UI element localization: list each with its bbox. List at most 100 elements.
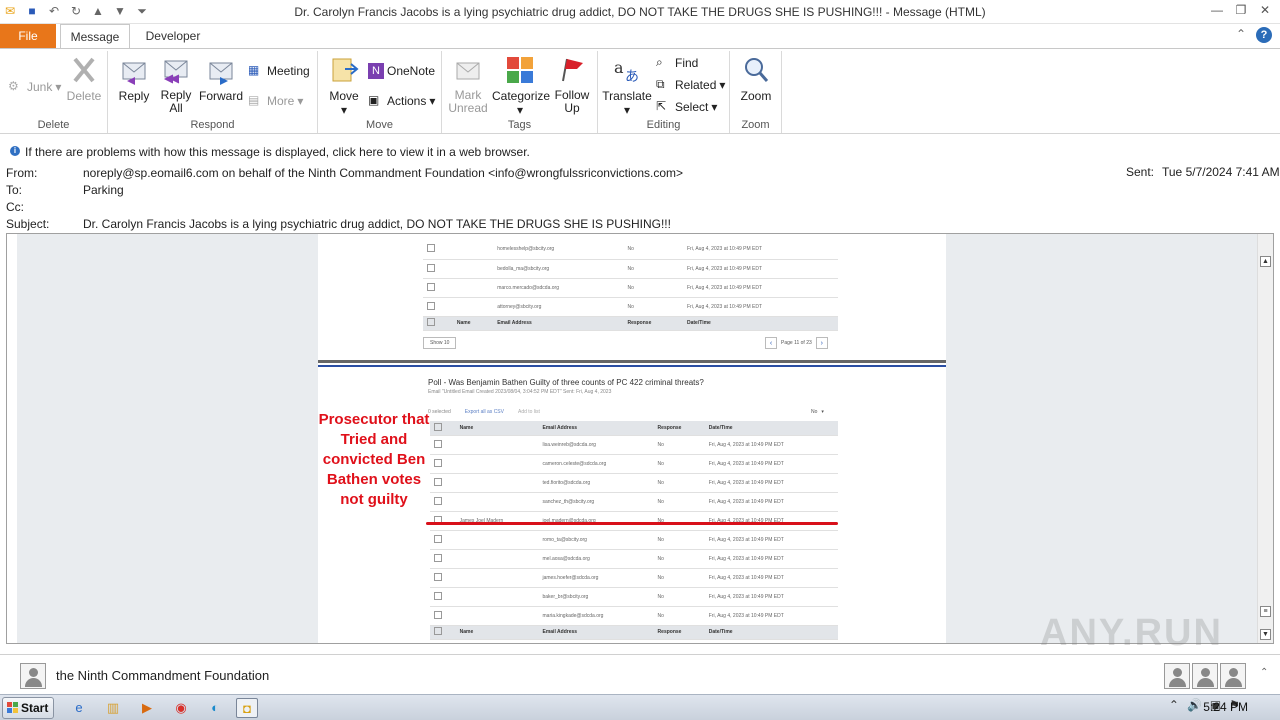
meeting-button[interactable]: ▦ Meeting [248, 63, 310, 79]
select-button[interactable]: ⇱ Select ▾ [656, 99, 717, 115]
translate-icon: aあ [614, 58, 639, 85]
related-button[interactable]: ⧉ Related ▾ [656, 77, 725, 93]
contact-avatar-2[interactable] [1192, 663, 1218, 689]
vertical-scrollbar[interactable]: ▲ ≡ ▼ [1257, 234, 1273, 643]
forward-button[interactable]: Forward [198, 55, 244, 103]
table-row[interactable]: james.hoefer@sdcda.org No Fri, Aug 4, 2023… [430, 568, 838, 588]
export-link[interactable]: Export all as CSV [465, 409, 504, 415]
response-filter[interactable]: No ▾ [811, 409, 824, 415]
group-zoom: Zoom Zoom [730, 51, 782, 133]
subject-value: Dr. Carolyn Francis Jacobs is a lying ps… [83, 217, 671, 231]
row-checkbox[interactable] [434, 439, 442, 448]
reply-all-button[interactable]: Reply All [158, 55, 194, 115]
divider-blue [318, 365, 946, 367]
table-row[interactable]: James Joel Madern joel.madern@sdcda.org No… [430, 511, 838, 531]
contact-avatar-1[interactable] [1164, 663, 1190, 689]
categorize-icon [507, 57, 533, 83]
table-row[interactable]: cameron.celeste@sdcda.org No Fri, Aug 4, 2… [430, 454, 838, 474]
table-row[interactable]: baker_br@sbcity.org No Fri, Aug 4, 2023 at… [430, 587, 838, 607]
follow-up-button[interactable]: Follow Up [550, 55, 594, 115]
info-icon: i [10, 146, 20, 156]
reply-button[interactable]: Reply [116, 55, 152, 103]
next-page-icon[interactable]: › [815, 337, 828, 349]
from-value[interactable]: noreply@sp.eomail6.com on behalf of the … [83, 166, 683, 180]
contact-avatar-3[interactable] [1220, 663, 1246, 689]
to-value[interactable]: Parking [83, 183, 124, 197]
row-checkbox[interactable] [427, 282, 435, 291]
help-icon[interactable]: ? [1256, 27, 1272, 43]
table-row[interactable]: homelesshelp@sbcity.org No Fri, Aug 4, 202… [423, 240, 838, 260]
explorer-icon[interactable]: ▥ [102, 698, 124, 718]
add-to-list-link[interactable]: Add to list [518, 409, 540, 415]
tab-message[interactable]: Message [60, 24, 130, 48]
checkbox[interactable] [434, 422, 442, 431]
message-body[interactable]: homelesshelp@sbcity.org No Fri, Aug 4, 202… [6, 233, 1274, 644]
find-button[interactable]: ⌕ Find [656, 55, 698, 71]
restore-icon[interactable]: ❐ [1234, 2, 1248, 18]
checkbox[interactable] [434, 627, 442, 635]
people-pane-toggle-icon[interactable]: ⌃ [1260, 667, 1268, 678]
ribbon-tabs: File Message Developer ⌃ ? [0, 24, 1280, 48]
row-datetime: Fri, Aug 4, 2023 at 10:49 PM EDT [704, 492, 838, 512]
zoom-button[interactable]: Zoom [736, 55, 776, 103]
info-bar[interactable]: i If there are problems with how this me… [0, 142, 1280, 160]
group-label-respond: Respond [190, 119, 235, 131]
table-row[interactable]: romo_ta@sbcity.org No Fri, Aug 4, 2023 at … [430, 530, 838, 550]
prev-page-icon[interactable]: ‹ [765, 337, 777, 349]
volume-icon[interactable]: 🔊 [1187, 698, 1202, 712]
chrome-icon[interactable]: ◉ [170, 698, 192, 718]
row-checkbox[interactable] [434, 610, 442, 619]
table-row[interactable]: mel.aosa@sdcda.org No Fri, Aug 4, 2023 at … [430, 549, 838, 569]
row-checkbox[interactable] [434, 553, 442, 562]
show-select[interactable]: Show 10 [423, 337, 457, 349]
checkbox[interactable] [427, 318, 435, 326]
categorize-button[interactable]: Categorize ▾ [492, 55, 550, 117]
group-label-editing: Editing [646, 119, 681, 131]
delete-button[interactable]: Delete [64, 55, 104, 103]
clock[interactable]: 5:24 PM [1203, 700, 1248, 714]
row-checkbox[interactable] [434, 572, 442, 581]
people-pane-name[interactable]: the Ninth Commandment Foundation [56, 668, 269, 683]
table-row[interactable]: ted.fiorito@sdcda.org No Fri, Aug 4, 2023 … [430, 473, 838, 493]
row-checkbox[interactable] [434, 496, 442, 505]
tab-file[interactable]: File [0, 24, 56, 48]
table-row[interactable]: attorney@sbcity.org No Fri, Aug 4, 2023 at… [423, 297, 838, 317]
row-checkbox[interactable] [434, 477, 442, 486]
actions-button[interactable]: ▣ Actions ▾ [368, 93, 435, 109]
ie-icon[interactable]: e [68, 698, 90, 718]
info-bar-message[interactable]: If there are problems with how this mess… [25, 145, 530, 159]
edge-icon[interactable]: ◐ [204, 698, 226, 718]
table-row[interactable]: bedolla_ma@sbcity.org No Fri, Aug 4, 2023 … [423, 259, 838, 279]
table-row[interactable]: maria.kingkade@sdcda.org No Fri, Aug 4, 20… [430, 606, 838, 626]
row-checkbox[interactable] [427, 263, 435, 272]
move-button[interactable]: Move ▾ [324, 55, 364, 117]
row-checkbox[interactable] [434, 534, 442, 543]
row-response: No [653, 606, 705, 626]
ribbon: ⚙ Junk ▾ Delete Delete Reply Reply All Fo… [0, 48, 1280, 134]
show-hidden-icons-icon[interactable]: ⌃ [1169, 698, 1179, 712]
mark-unread-button[interactable]: Mark Unread [448, 55, 488, 115]
close-icon[interactable]: ✕ [1258, 2, 1272, 18]
tab-developer[interactable]: Developer [138, 24, 208, 48]
move-icon [332, 58, 359, 82]
row-checkbox[interactable] [427, 301, 435, 310]
more-respond-button[interactable]: ▤ More ▾ [248, 93, 303, 109]
media-player-icon[interactable]: ▶ [136, 698, 158, 718]
row-checkbox[interactable] [434, 458, 442, 467]
table-row[interactable]: lisa.weinreb@sdcda.org No Fri, Aug 4, 2023… [430, 435, 838, 455]
collapse-ribbon-icon[interactable]: ⌃ [1236, 27, 1246, 43]
outlook-taskbar-icon[interactable]: ◘ [236, 698, 258, 718]
translate-button[interactable]: aあ Translate ▾ [602, 55, 652, 117]
row-checkbox[interactable] [427, 244, 435, 253]
onenote-button[interactable]: N OneNote [368, 63, 435, 79]
scroll-thumb[interactable]: ≡ [1260, 606, 1271, 617]
row-checkbox[interactable] [434, 591, 442, 600]
table-row[interactable]: sanchez_th@sbcity.org No Fri, Aug 4, 2023 … [430, 492, 838, 512]
start-button[interactable]: Start [2, 697, 54, 719]
minimize-icon[interactable]: — [1210, 2, 1224, 18]
sender-avatar[interactable] [20, 663, 46, 689]
table-row[interactable]: marco.mercado@sdcda.org No Fri, Aug 4, 202… [423, 278, 838, 298]
junk-button[interactable]: ⚙ Junk ▾ [8, 79, 61, 95]
scroll-down-icon[interactable]: ▼ [1260, 629, 1271, 640]
scroll-up-icon[interactable]: ▲ [1260, 256, 1271, 267]
